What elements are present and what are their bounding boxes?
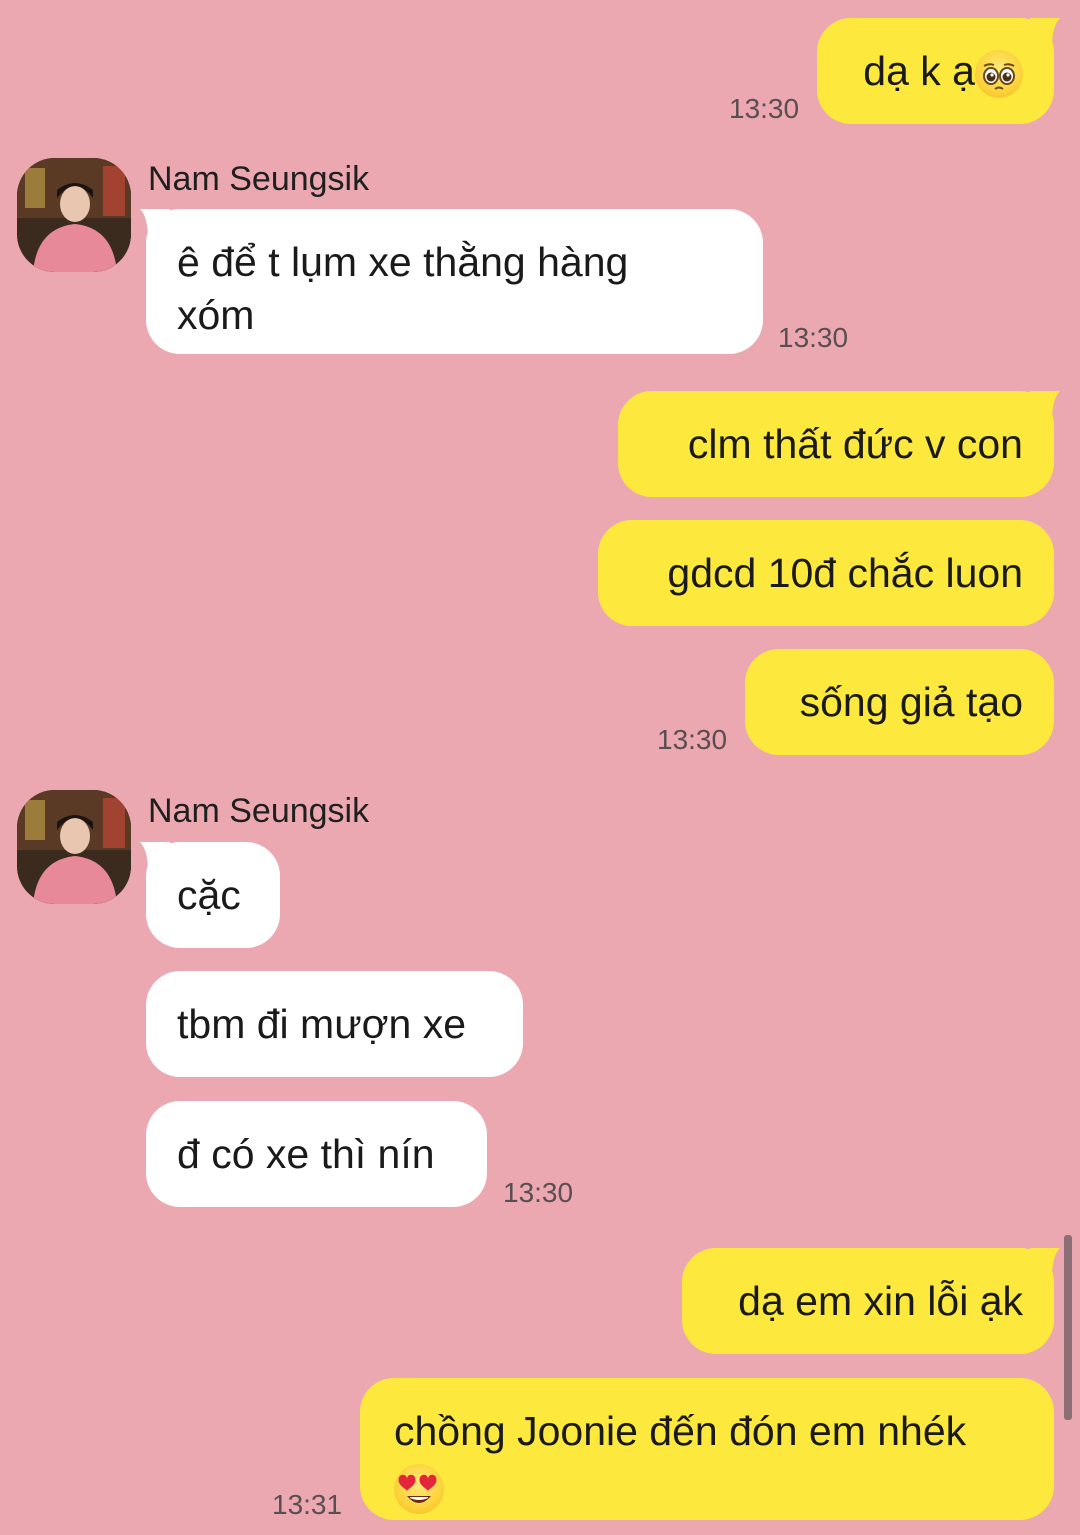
outgoing-message-bubble[interactable]: gdcd 10đ chắc luon (598, 520, 1054, 626)
message-text: clm thất đức v con (687, 421, 1023, 467)
message-text-line: chồng Joonie đến đón em nhék (394, 1408, 967, 1454)
outgoing-message-bubble[interactable]: clm thất đức v con (618, 391, 1054, 497)
message-timestamp: 13:30 (657, 724, 728, 755)
message-text: tbm đi mượn xe (177, 1001, 467, 1047)
incoming-bubble-tail (140, 842, 170, 872)
message-text: cặc (177, 872, 241, 918)
message-text: dạ em xin lỗi ạk (738, 1278, 1023, 1324)
message-text: đ có xe thì nín (177, 1131, 435, 1177)
sender-name: Nam Seungsik (148, 792, 370, 830)
contact-avatar[interactable] (17, 790, 131, 904)
sender-name: Nam Seungsik (148, 160, 370, 198)
message-timestamp: 13:31 (272, 1489, 343, 1520)
pleading-face-emoji-icon (975, 50, 1023, 99)
message-text: gdcd 10đ chắc luon (667, 550, 1023, 596)
outgoing-message-bubble[interactable]: sống giả tạo (745, 649, 1054, 755)
message-text-line: xóm (177, 292, 255, 338)
message-text: sống giả tạo (799, 679, 1023, 725)
incoming-message-bubble[interactable]: tbm đi mượn xe (146, 971, 523, 1077)
message-timestamp: 13:30 (503, 1177, 574, 1208)
outgoing-message-bubble[interactable]: chồng Joonie đến đón em nhék (360, 1378, 1054, 1520)
heart-eyes-emoji-icon (394, 1464, 444, 1515)
message-timestamp: 13:30 (729, 93, 800, 124)
incoming-message-bubble[interactable]: đ có xe thì nín (146, 1101, 487, 1207)
outgoing-bubble-tail (1030, 18, 1060, 48)
incoming-bubble-tail (140, 209, 170, 239)
incoming-message-bubble[interactable]: ê để t lụm xe thằng hàng xóm (146, 209, 763, 354)
outgoing-bubble-tail (1030, 391, 1060, 421)
message-timestamp: 13:30 (778, 322, 849, 353)
scrollbar[interactable] (1064, 1235, 1072, 1420)
outgoing-bubble-tail (1030, 1248, 1060, 1278)
message-text-line: ê để t lụm xe thằng hàng (177, 239, 629, 285)
outgoing-message-bubble[interactable]: dạ k ạ (817, 18, 1054, 124)
outgoing-message-bubble[interactable]: dạ em xin lỗi ạk (682, 1248, 1054, 1354)
message-text: dạ k ạ (863, 48, 975, 94)
contact-avatar[interactable] (17, 158, 131, 272)
